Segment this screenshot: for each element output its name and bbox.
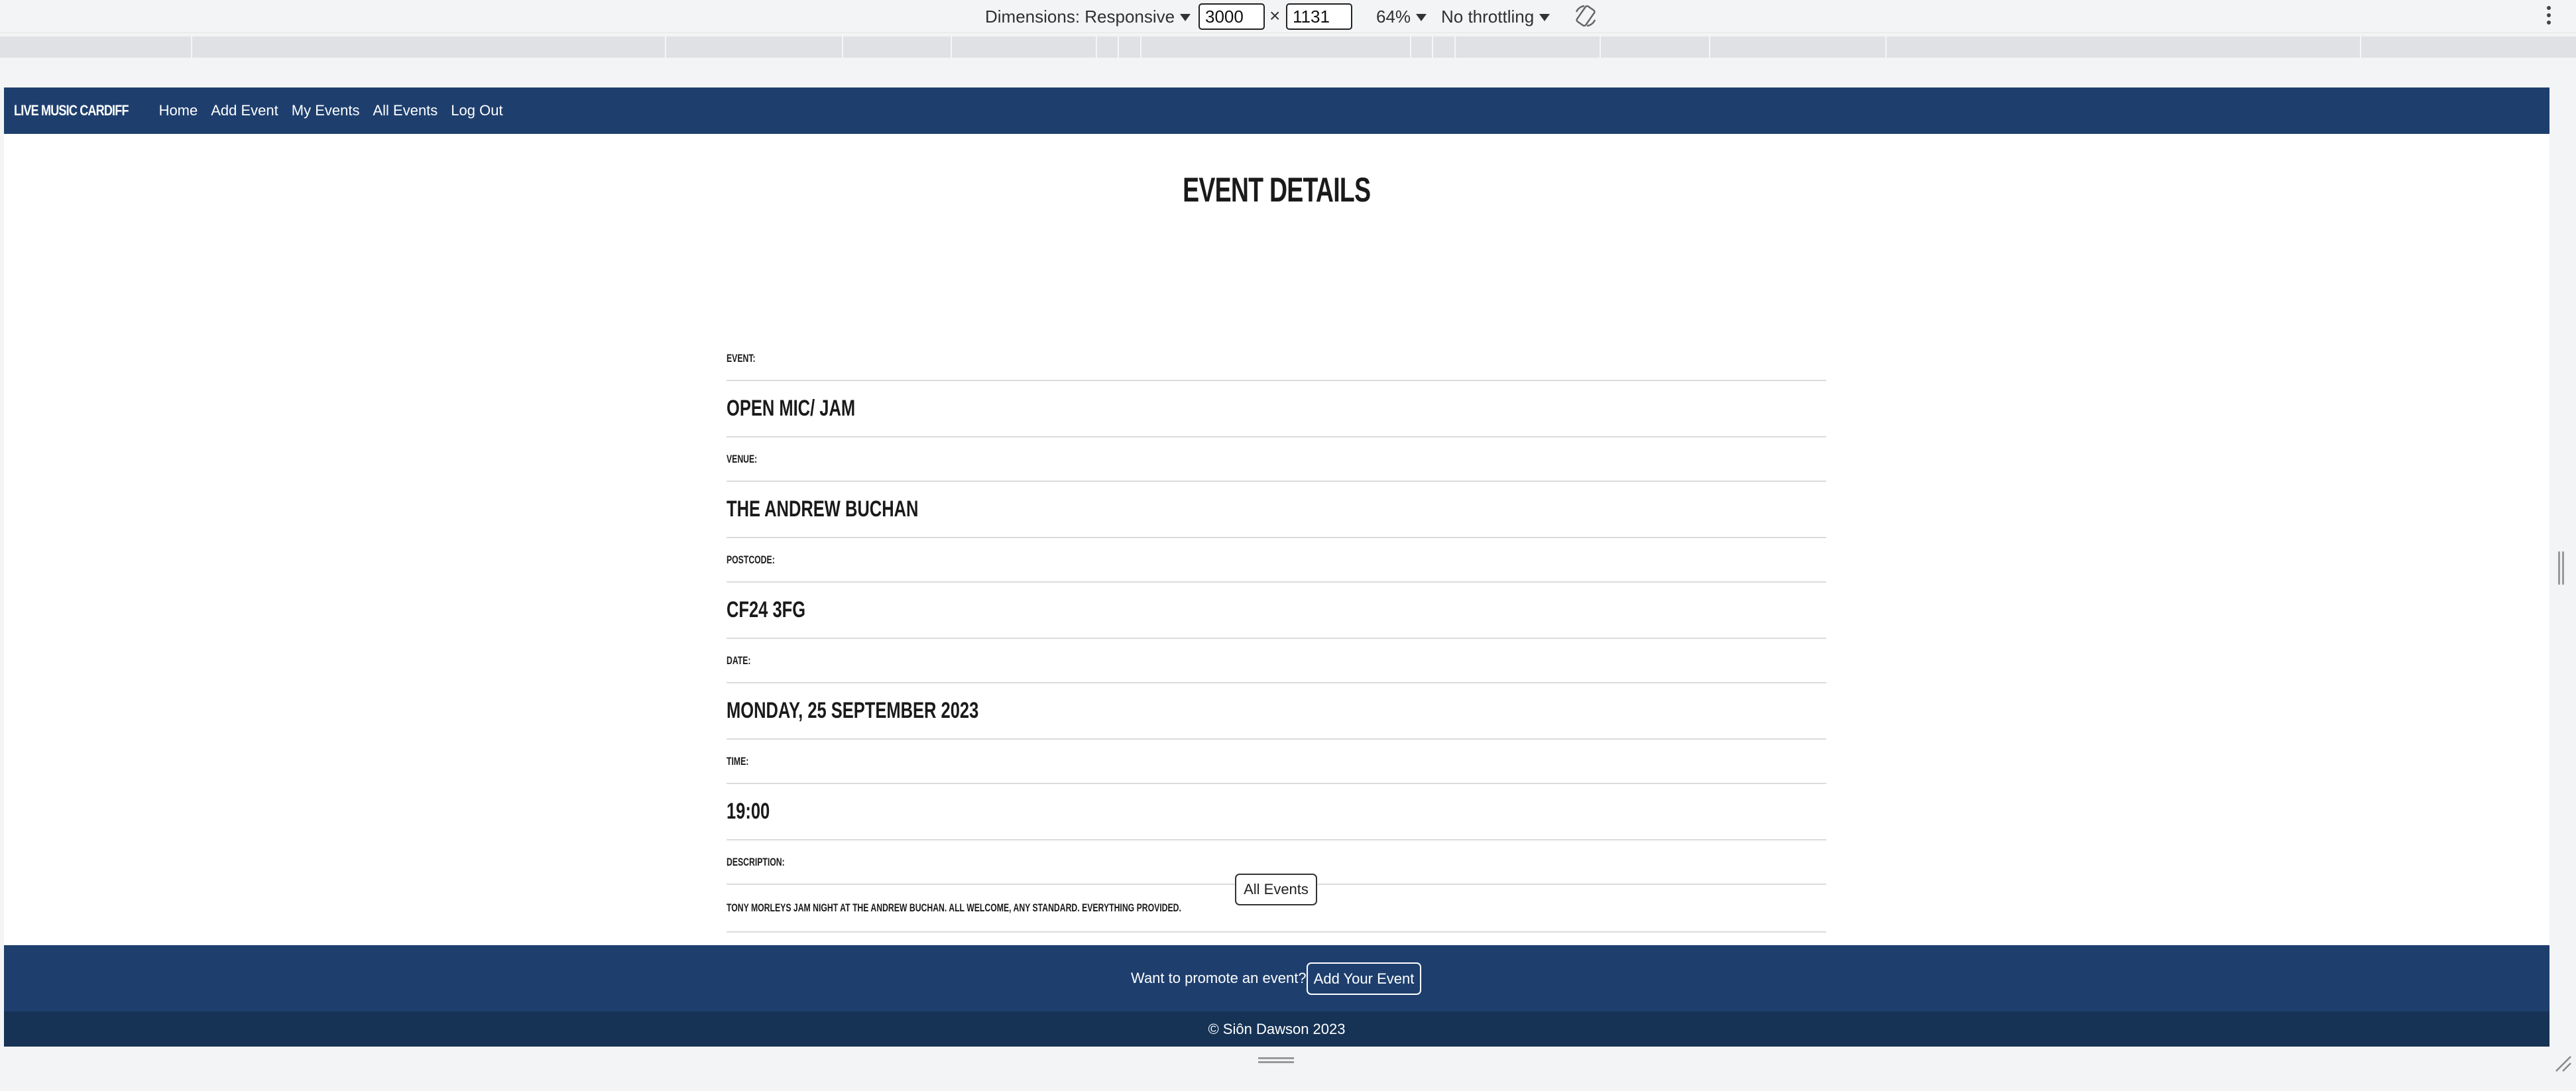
throttling-dropdown[interactable]: No throttling [1441, 0, 1551, 33]
description-value: Tony Morleys Jam Night at the Andrew Buc… [727, 901, 1181, 914]
times-symbol: × [1269, 5, 1281, 26]
devtools-device-toolbar: Dimensions: Responsive × 64% No throttli… [0, 0, 2576, 33]
nav-link-my-events[interactable]: My Events [292, 102, 360, 119]
date-value-row: Monday, 25 September 2023 [727, 683, 1826, 740]
nav-link-add-event[interactable]: Add Event [211, 102, 278, 119]
event-label-row: Event: [727, 337, 1826, 381]
postcode-label-row: Postcode: [727, 538, 1826, 583]
site-footer: Want to promote an event? Add Your Event [4, 945, 2549, 1011]
venue-label-row: Venue: [727, 437, 1826, 482]
date-label-row: Date: [727, 639, 1826, 683]
page-title: Event Details [4, 170, 2549, 210]
nav-link-log-out[interactable]: Log Out [451, 102, 502, 119]
more-options-icon[interactable] [2544, 4, 2553, 29]
venue-label: Venue: [727, 452, 758, 465]
event-label: Event: [727, 351, 756, 365]
zoom-dropdown[interactable]: 64% [1376, 0, 1427, 33]
rotate-icon[interactable] [1572, 3, 1599, 29]
postcode-value-row: CF24 3FG [727, 583, 1826, 639]
page-title-text: Event Details [1183, 171, 1371, 209]
caret-down-icon [1416, 13, 1427, 21]
dimensions-dropdown[interactable]: Dimensions: Responsive [985, 0, 1191, 33]
postcode-value: CF24 3FG [727, 597, 806, 622]
caret-down-icon [1180, 13, 1191, 21]
resize-corner-icon[interactable] [2553, 1054, 2572, 1072]
throttling-label: No throttling [1441, 6, 1535, 27]
resize-handle-right-icon[interactable] [2558, 551, 2566, 585]
time-value-row: 19:00 [727, 784, 1826, 840]
nav-link-home[interactable]: Home [159, 102, 198, 119]
description-label: Description: [727, 855, 785, 868]
time-label: Time: [727, 754, 749, 768]
viewport-height-input[interactable] [1286, 3, 1352, 30]
zoom-label: 64% [1376, 6, 1411, 27]
postcode-label: Postcode: [727, 553, 775, 566]
brand-logo[interactable]: Live Music Cardiff [14, 102, 129, 119]
dimensions-label: Dimensions: Responsive [985, 6, 1175, 27]
event-value-row: Open Mic/ Jam [727, 381, 1826, 437]
venue-value: The Andrew Buchan [727, 496, 919, 522]
emulated-viewport: Live Music Cardiff Home Add Event My Eve… [4, 87, 2549, 1047]
site-navbar: Live Music Cardiff Home Add Event My Eve… [4, 87, 2549, 134]
media-query-bar [0, 36, 2576, 58]
nav-link-all-events[interactable]: All Events [373, 102, 438, 119]
copyright-text: © Siôn Dawson 2023 [1208, 1020, 1346, 1037]
time-value: 19:00 [727, 799, 770, 824]
copyright-bar: © Siôn Dawson 2023 [4, 1011, 2549, 1047]
event-details-list: Event: Open Mic/ Jam Venue: The Andrew B… [727, 337, 1826, 933]
promo-text: Want to promote an event? [1131, 970, 1307, 986]
venue-value-row: The Andrew Buchan [727, 482, 1826, 538]
caret-down-icon [1539, 13, 1551, 21]
event-value: Open Mic/ Jam [727, 396, 856, 421]
date-label: Date: [727, 654, 751, 667]
date-value: Monday, 25 September 2023 [727, 698, 979, 723]
time-label-row: Time: [727, 740, 1826, 784]
viewport-width-input[interactable] [1199, 3, 1265, 30]
resize-handle-bottom-icon[interactable] [1258, 1057, 1294, 1065]
add-your-event-button[interactable]: Add Your Event [1307, 962, 1421, 995]
all-events-button[interactable]: All Events [1235, 874, 1317, 905]
